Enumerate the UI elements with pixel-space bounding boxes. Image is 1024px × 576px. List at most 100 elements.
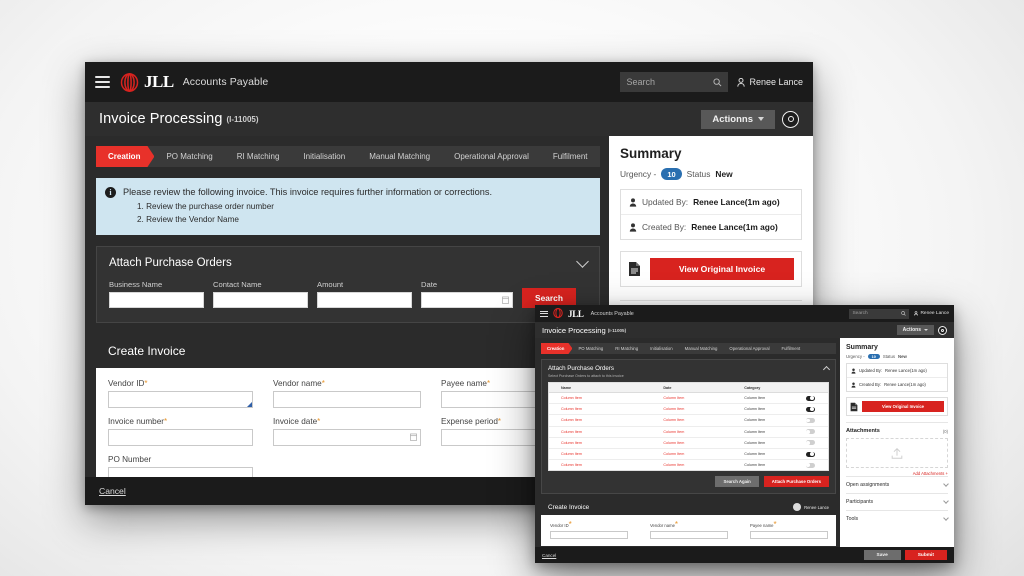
tab-po-matching[interactable]: PO Matching [572,343,609,354]
summary-card: Updated By: Renee Lance(1m ago) Created … [620,189,802,240]
section-tools[interactable]: Tools [846,510,949,527]
search-placeholder: Search [626,77,655,87]
cell-name[interactable]: Column Item [549,430,663,434]
vendor-name-input[interactable] [273,391,421,409]
history-button[interactable] [938,325,947,335]
section-participants[interactable]: Participants [846,493,949,510]
history-button[interactable] [782,110,799,128]
search-input[interactable]: Search [849,308,910,319]
hamburger-icon[interactable] [540,310,548,317]
field-vendor-name: Vendor name* [273,379,421,409]
tab-manual-matching[interactable]: Manual Matching [357,146,442,167]
updated-by-row: Updated By: Renee Lance(1m ago) [621,190,801,214]
table-row[interactable]: Column Item Column Item Column Item [549,438,828,449]
cell-date[interactable]: Column Item [663,463,744,467]
cell-select [805,417,828,423]
search-input[interactable]: Search [620,72,729,92]
payee-name-input[interactable] [750,531,828,540]
tab-fulfilment[interactable]: Fulfilment [776,343,807,354]
cell-date[interactable]: Column Item [663,452,744,456]
tab-fulfilment[interactable]: Fulfilment [541,146,600,167]
view-original-invoice-button[interactable]: View Original Invoice [862,401,944,412]
attachments-count: (0) [942,428,948,434]
amount-input[interactable] [317,292,412,309]
user-menu[interactable]: Renee Lance [737,77,803,87]
cell-date[interactable]: Column Item [663,396,744,400]
cell-date[interactable]: Column Item [663,418,744,422]
row-toggle[interactable] [805,395,815,401]
section-open-assignments[interactable]: Open assignments [846,476,949,493]
created-by-label: Created By: [642,222,687,232]
vendor-id-input[interactable] [108,391,253,409]
cell-name[interactable]: Column Item [549,407,663,411]
required-marker: * [568,520,572,530]
cancel-button[interactable]: Cancel [99,486,126,496]
tab-initialisation[interactable]: Initialisation [644,343,678,354]
vendor-name-input[interactable] [650,531,728,540]
tab-creation[interactable]: Creation [541,343,572,354]
cancel-button[interactable]: Cancel [542,553,556,558]
cell-name[interactable]: Column Item [549,418,663,422]
chevron-down-icon[interactable] [576,254,589,268]
info-banner: i Please review the following invoice. T… [96,178,600,236]
row-toggle[interactable] [805,429,815,435]
tab-initialisation[interactable]: Initialisation [291,146,357,167]
attachments-header: Attachments (0) [846,422,948,434]
assignee-chip[interactable]: Renee Lance [793,503,829,512]
business-name-input[interactable] [109,292,204,309]
tab-operational-approval[interactable]: Operational Approval [442,146,541,167]
search-again-button[interactable]: Search Again [715,476,759,488]
tab-creation[interactable]: Creation [96,146,154,167]
cell-date[interactable]: Column Item [663,430,744,434]
hamburger-icon[interactable] [95,76,110,88]
invoice-number-input[interactable] [108,429,253,447]
table-row[interactable]: Column Item Column Item Column Item [549,427,828,438]
required-marker: * [497,417,502,427]
cell-name[interactable]: Column Item [549,463,663,467]
attach-purchase-orders-panel: Attach Purchase Orders Business Name Con… [96,246,600,324]
table-row[interactable]: Column Item Column Item Column Item [549,393,828,405]
user-menu[interactable]: Renee Lance [914,311,949,316]
status-value: New [715,169,733,179]
attachments-dropzone[interactable] [846,438,948,468]
date-input[interactable] [421,292,513,309]
upload-icon [891,447,903,459]
tab-manual-matching[interactable]: Manual Matching [679,343,724,354]
cell-category: Column Item [744,407,766,412]
view-original-invoice-card: View Original Invoice [846,397,948,416]
row-toggle[interactable] [805,462,815,468]
brand-name: JLL [568,308,584,319]
tab-operational-approval[interactable]: Operational Approval [723,343,775,354]
submit-button[interactable]: Submit [904,550,947,560]
vendor-id-input[interactable] [550,531,628,540]
created-by-row: Created By: Renee Lance(1m ago) [847,377,947,391]
row-toggle[interactable] [805,417,815,423]
table-row[interactable]: Column Item Column Item Column Item [549,449,828,461]
table-row[interactable]: Column Item Column Item Column Item [549,415,828,427]
table-row[interactable]: Column Item Column Item Column Item [549,460,828,470]
chevron-up-icon[interactable] [822,365,831,374]
field-invoice-date: Invoice date* [273,417,421,447]
contact-name-input[interactable] [213,292,308,309]
column-header-date: Date [663,385,672,390]
resize-handle-icon[interactable] [247,402,252,408]
invoice-date-input[interactable] [273,429,421,447]
tab-ri-matching[interactable]: RI Matching [225,146,292,167]
table-row[interactable]: Column Item Column Item Column Item [549,404,828,416]
row-toggle[interactable] [805,451,815,457]
cell-date[interactable]: Column Item [663,407,744,411]
cell-name[interactable]: Column Item [549,441,663,445]
actions-button[interactable]: Actions [896,325,934,335]
row-toggle[interactable] [805,440,815,446]
attach-purchase-orders-button[interactable]: Attach Purchase Orders [763,476,829,488]
cell-name[interactable]: Column Item [549,452,663,456]
row-toggle[interactable] [805,406,815,412]
cell-date[interactable]: Column Item [663,441,744,445]
actions-button[interactable]: Actionns [701,109,775,129]
tab-ri-matching[interactable]: RI Matching [609,343,644,354]
field-invoice-number: Invoice number* [108,417,253,447]
view-original-invoice-button[interactable]: View Original Invoice [650,258,794,280]
tab-po-matching[interactable]: PO Matching [154,146,224,167]
cell-name[interactable]: Column Item [549,396,663,400]
save-button[interactable]: Save [863,550,901,560]
